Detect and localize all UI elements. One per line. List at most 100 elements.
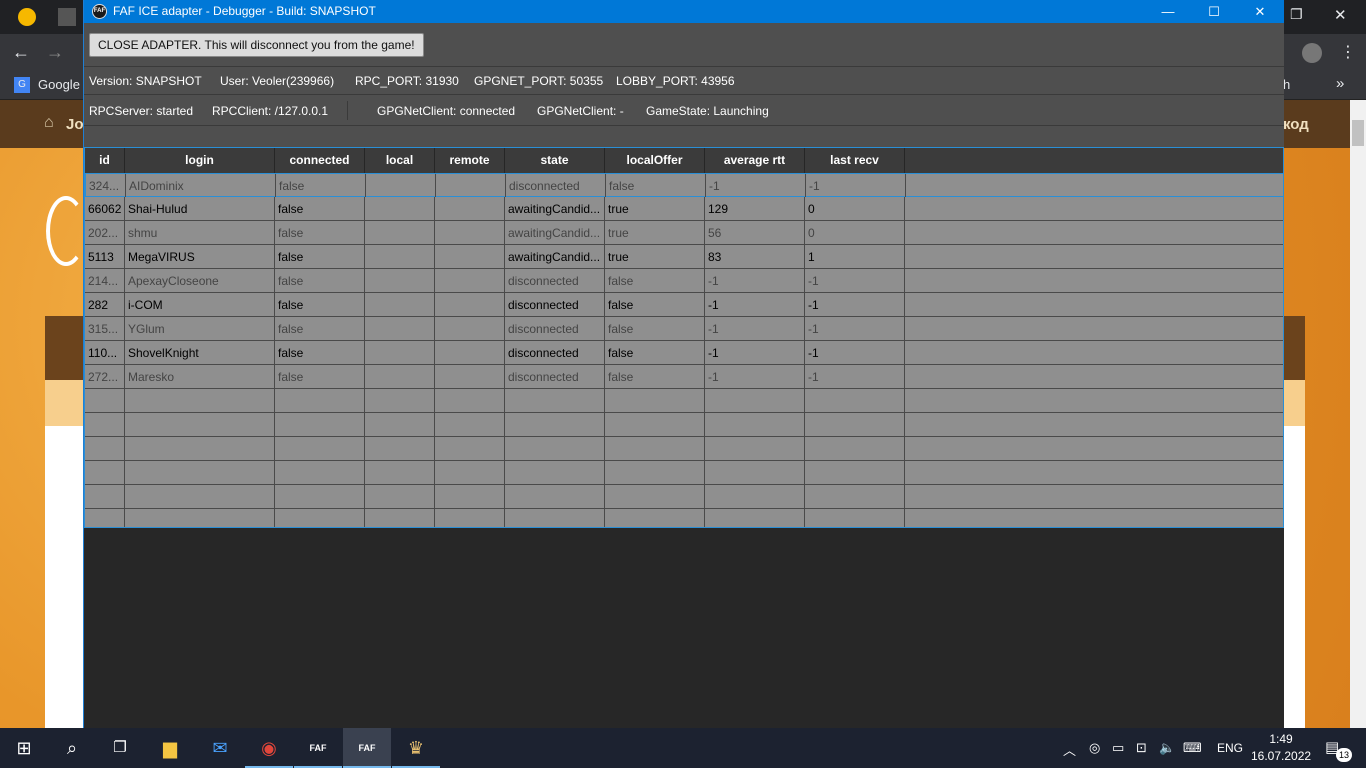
home-icon[interactable]: ⌂ <box>44 114 54 132</box>
supreme-commander-icon[interactable]: ♛ <box>392 728 440 768</box>
volume-icon[interactable]: 🔈 <box>1159 740 1175 756</box>
column-header-state[interactable]: state <box>505 148 605 173</box>
cell-remote <box>435 221 505 245</box>
bookmark-label-right[interactable]: h <box>1283 77 1290 92</box>
cell-state: disconnected <box>505 341 605 365</box>
cell-id: 5113 <box>85 245 125 269</box>
browser-favicon-icon <box>18 8 36 26</box>
cell-average-rtt <box>705 461 805 485</box>
column-header-login[interactable]: login <box>125 148 275 173</box>
mail-icon[interactable]: ✉ <box>196 728 244 768</box>
cell-login: MegaVIRUS <box>125 245 275 269</box>
back-arrow-icon[interactable]: ← <box>12 42 30 63</box>
cell-remote <box>435 389 505 413</box>
cell-id <box>85 389 125 413</box>
cell-filler <box>905 437 1283 461</box>
site-nav-left-text[interactable]: Jo <box>66 116 84 133</box>
cell-connected <box>275 413 365 437</box>
column-header-id[interactable]: id <box>85 148 125 173</box>
bookmarks-overflow-icon[interactable]: » <box>1336 75 1344 92</box>
start-icon[interactable]: ⊞ <box>0 728 48 768</box>
cell-connected: false <box>275 365 365 389</box>
table-row[interactable]: 282 i-COM false disconnected false -1 -1 <box>85 293 1283 317</box>
language-indicator[interactable]: ENG <box>1217 741 1243 755</box>
table-row[interactable]: 324... AIDominix false disconnected false -1-… <box>85 173 1283 198</box>
browser-menu-icon[interactable]: ⋮ <box>1340 42 1356 62</box>
cell-login <box>125 413 275 437</box>
cell-remote <box>435 269 505 293</box>
clock-time[interactable]: 1:49 <box>1256 732 1306 746</box>
column-header-last-recv[interactable]: last recv <box>805 148 905 173</box>
close-adapter-button[interactable]: CLOSE ADAPTER. This will disconnect you … <box>89 33 424 57</box>
cell-login: ShovelKnight <box>125 341 275 365</box>
column-header-remote[interactable]: remote <box>435 148 505 173</box>
task-view-icon[interactable]: ❐ <box>96 728 144 768</box>
maximize-button[interactable]: ☐ <box>1191 0 1237 23</box>
table-row[interactable]: 315... YGlum false disconnected false -1 -1 <box>85 317 1283 341</box>
cell-average-rtt: -1 <box>705 317 805 341</box>
cell-filler <box>905 197 1283 221</box>
table-header: id login connected local remote state lo… <box>85 148 1283 173</box>
profile-avatar-icon[interactable] <box>1302 43 1322 63</box>
cell-local <box>365 221 435 245</box>
cell-login: Shai-Hulud <box>125 197 275 221</box>
column-header-average-rtt[interactable]: average rtt <box>705 148 805 173</box>
cell-filler <box>905 341 1283 365</box>
cell-connected: false <box>275 245 365 269</box>
cell-remote <box>435 413 505 437</box>
cell-local <box>365 269 435 293</box>
show-hidden-icons-icon[interactable]: ︿ <box>1063 740 1076 759</box>
cell-local <box>365 413 435 437</box>
forward-arrow-icon[interactable]: → <box>46 42 64 63</box>
cell-login: YGlum <box>125 317 275 341</box>
table-row[interactable]: 66062 Shai-Hulud false awaitingCandid... tru… <box>85 197 1283 221</box>
table-row[interactable]: 202... shmu false awaitingCandid... true 56 0 <box>85 221 1283 245</box>
cell-local-offer: true <box>605 245 705 269</box>
table-row-empty <box>85 437 1283 461</box>
cell-state <box>505 461 605 485</box>
rpc-client-status: RPCClient: /127.0.0.1 <box>212 104 329 118</box>
faf-ice-adapter-icon[interactable]: FAF <box>343 728 391 768</box>
cell-last-recv: -1 <box>805 269 905 293</box>
cell-login <box>125 461 275 485</box>
browser-restore-icon[interactable]: ❐ <box>1290 6 1303 23</box>
cell-last-recv <box>805 485 905 509</box>
file-explorer-icon[interactable]: ▆ <box>146 728 194 768</box>
cell-local <box>365 389 435 413</box>
column-header-local-offer[interactable]: localOffer <box>605 148 705 173</box>
table-row[interactable]: 214... ApexayCloseone false disconnected fal… <box>85 269 1283 293</box>
table-row-empty <box>85 485 1283 509</box>
site-nav-right-text[interactable]: код <box>1283 116 1309 133</box>
clock-date[interactable]: 16.07.2022 <box>1251 749 1311 763</box>
peer-table[interactable]: id login connected local remote state lo… <box>84 147 1284 528</box>
battery-icon[interactable]: ▭ <box>1112 740 1124 756</box>
column-header-connected[interactable]: connected <box>275 148 365 173</box>
network-icon[interactable]: ⊡ <box>1136 740 1147 756</box>
chrome-icon[interactable]: ◉ <box>245 728 293 768</box>
keyboard-icon[interactable]: ⌨ <box>1183 740 1202 756</box>
browser-close-icon[interactable]: ✕ <box>1334 6 1347 24</box>
table-row[interactable]: 5113 MegaVIRUS false awaitingCandid... true 8… <box>85 245 1283 269</box>
cell-login <box>125 437 275 461</box>
browser-tab-icon[interactable] <box>58 8 76 26</box>
cell-remote <box>435 245 505 269</box>
cell-last-recv: -1 <box>805 317 905 341</box>
table-row[interactable]: 272... Maresko false disconnected false -1 -1 <box>85 365 1283 389</box>
page-scrollbar-thumb[interactable] <box>1352 120 1364 146</box>
bookmark-label[interactable]: Google I <box>38 77 87 92</box>
cell-id: 202... <box>85 221 125 245</box>
search-icon[interactable]: ⌕ <box>48 728 96 768</box>
faf-client-icon[interactable]: FAF <box>294 728 342 768</box>
table-row[interactable]: 110... ShovelKnight false disconnected false… <box>85 341 1283 365</box>
page-scrollbar[interactable] <box>1350 100 1366 728</box>
window-titlebar[interactable]: FAF FAF ICE adapter - Debugger - Build: … <box>84 0 1284 23</box>
cell-state: awaitingCandid... <box>505 197 605 221</box>
minimize-button[interactable]: — <box>1145 0 1191 23</box>
adapter-debugger-window: FAF FAF ICE adapter - Debugger - Build: … <box>83 0 1284 728</box>
meet-now-icon[interactable]: ◎ <box>1089 740 1100 756</box>
column-header-local[interactable]: local <box>365 148 435 173</box>
info-bar: Version: SNAPSHOT User: Veoler(239966) R… <box>84 67 1284 95</box>
biohazard-logo-icon <box>46 196 86 266</box>
close-window-button[interactable]: ✕ <box>1237 0 1283 23</box>
gpgnet-client-secondary-status: GPGNetClient: - <box>537 104 624 118</box>
